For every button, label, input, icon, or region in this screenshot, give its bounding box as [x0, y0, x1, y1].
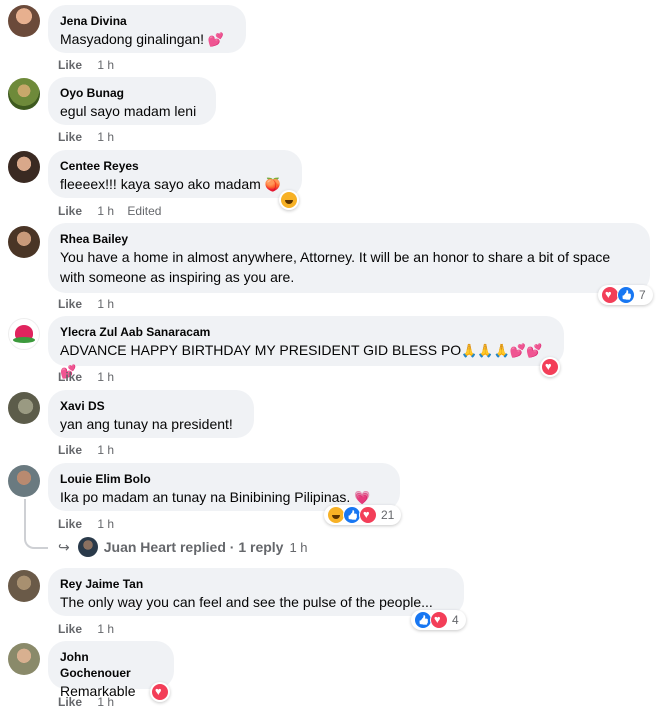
reply-summary[interactable]: Juan Heart replied · 1 reply — [104, 539, 284, 555]
comment-text: fleeeex!!! kaya sayo ako madam — [60, 176, 265, 192]
comment-reactions[interactable]: 4 — [411, 610, 466, 630]
leaf-icon — [13, 337, 35, 343]
comment-timestamp[interactable]: 1 h — [97, 58, 114, 72]
comment-text: The only way you can feel and see the pu… — [60, 594, 433, 610]
like-button[interactable]: Like — [58, 443, 82, 457]
heart-reaction-icon — [541, 358, 559, 376]
comment-text-row: fleeeex!!! kaya sayo ako madam 🍑 — [60, 174, 290, 195]
like-button[interactable]: Like — [58, 297, 82, 311]
comment-author[interactable]: Xavi DS — [60, 398, 242, 414]
comment-meta: Like 1 h — [58, 369, 124, 385]
comment-reactions[interactable]: 7 — [598, 285, 653, 305]
comment-text: egul sayo madam leni — [60, 103, 197, 119]
comment-author[interactable]: Ylecra Zul Aab Sanaracam — [60, 324, 552, 340]
heart-reaction-icon — [430, 611, 448, 629]
comment-bubble: Jena Divina Masyadong ginalingan! 💕 — [48, 5, 246, 53]
reply-timestamp: 1 h — [289, 539, 308, 555]
comment-bubble: Centee Reyes fleeeex!!! kaya sayo ako ma… — [48, 150, 302, 198]
comment-author[interactable]: Jena Divina — [60, 13, 234, 29]
praying-hands-icon: 🙏🙏🙏 — [461, 343, 510, 358]
comment-reactions[interactable]: 21 — [324, 505, 402, 525]
reply-avatar — [77, 537, 98, 557]
comment-author[interactable]: John Gochenouer — [60, 649, 162, 681]
comment-reactions[interactable] — [150, 682, 170, 702]
reaction-count: 4 — [452, 613, 459, 627]
comment-bubble: Xavi DS yan ang tunay na president! — [48, 390, 254, 438]
avatar[interactable] — [8, 318, 40, 350]
comment-text: You have a home in almost anywhere, Atto… — [60, 249, 611, 285]
comment-meta: Like 1 h — [58, 296, 124, 312]
comment-author[interactable]: Louie Elim Bolo — [60, 471, 388, 487]
like-button[interactable]: Like — [58, 695, 82, 709]
comment-meta: Like 1 h Edited — [58, 203, 171, 219]
like-button[interactable]: Like — [58, 517, 82, 531]
avatar[interactable] — [8, 570, 40, 602]
comment-bubble: Oyo Bunag egul sayo madam leni — [48, 77, 216, 125]
avatar[interactable] — [8, 5, 40, 37]
haha-reaction-icon — [280, 191, 298, 209]
edited-label: Edited — [127, 204, 162, 218]
peach-emoji-icon: 🍑 — [264, 177, 281, 192]
comment-timestamp[interactable]: 1 h — [97, 370, 114, 384]
avatar[interactable] — [8, 392, 40, 424]
reaction-count: 21 — [381, 508, 395, 522]
comment-meta: Like 1 h — [58, 621, 124, 637]
comment-author[interactable]: Rhea Bailey — [60, 231, 638, 247]
heart-reaction-icon — [359, 506, 377, 524]
comment-text: Ika po madam an tunay na Binibining Pili… — [60, 489, 355, 505]
comment-timestamp[interactable]: 1 h — [97, 695, 114, 709]
comment-bubble: Rhea Bailey You have a home in almost an… — [48, 223, 650, 293]
like-button[interactable]: Like — [58, 130, 82, 144]
avatar[interactable] — [8, 151, 40, 183]
comment-text-row: ADVANCE HAPPY BIRTHDAY MY PRESIDENT GID … — [60, 340, 552, 382]
comment-meta: Like 1 h — [58, 129, 124, 145]
comment-author[interactable]: Centee Reyes — [60, 158, 290, 174]
comment-timestamp[interactable]: 1 h — [97, 517, 114, 531]
comment-text: yan ang tunay na president! — [60, 416, 233, 432]
comment-timestamp[interactable]: 1 h — [97, 297, 114, 311]
like-button[interactable]: Like — [58, 622, 82, 636]
comment-author[interactable]: Oyo Bunag — [60, 85, 204, 101]
comment-meta: Like 1 h — [58, 516, 124, 532]
comment-timestamp[interactable]: 1 h — [97, 130, 114, 144]
avatar[interactable] — [8, 643, 40, 675]
comment-reactions[interactable] — [540, 357, 560, 377]
avatar[interactable] — [8, 226, 40, 258]
like-button[interactable]: Like — [58, 58, 82, 72]
comment-bubble: Rey Jaime Tan The only way you can feel … — [48, 568, 464, 616]
comment-author[interactable]: Rey Jaime Tan — [60, 576, 452, 592]
comment-meta: Like 1 h — [58, 442, 124, 458]
comment-text-row: Masyadong ginalingan! 💕 — [60, 29, 234, 50]
like-reaction-icon — [617, 286, 635, 304]
heart-reaction-icon — [151, 683, 169, 701]
comment-timestamp[interactable]: 1 h — [97, 204, 114, 218]
comment-meta: Like 1 h — [58, 57, 124, 73]
comment-reactions[interactable] — [279, 190, 299, 210]
comment-timestamp[interactable]: 1 h — [97, 443, 114, 457]
hearts-emoji-icon: 💕 — [207, 32, 225, 47]
reply-thread-line — [24, 499, 48, 549]
like-button[interactable]: Like — [58, 370, 82, 384]
comment-meta: Like 1 h — [58, 694, 124, 710]
reaction-count: 7 — [639, 288, 646, 302]
comment-bubble: Ylecra Zul Aab Sanaracam ADVANCE HAPPY B… — [48, 316, 564, 379]
comment-text: ADVANCE HAPPY BIRTHDAY MY PRESIDENT GID … — [60, 342, 462, 358]
reply-arrow-icon: ↪ — [58, 538, 70, 555]
comment-bubble: Louie Elim Bolo Ika po madam an tunay na… — [48, 463, 400, 511]
like-button[interactable]: Like — [58, 204, 82, 218]
view-replies-link[interactable]: ↪ Juan Heart replied · 1 reply 1 h — [58, 537, 308, 557]
comment-text: Masyadong ginalingan! — [60, 31, 208, 47]
comment-timestamp[interactable]: 1 h — [97, 622, 114, 636]
avatar[interactable] — [8, 78, 40, 110]
avatar[interactable] — [8, 465, 40, 497]
heart-emoji-icon: 💗 — [354, 490, 371, 505]
